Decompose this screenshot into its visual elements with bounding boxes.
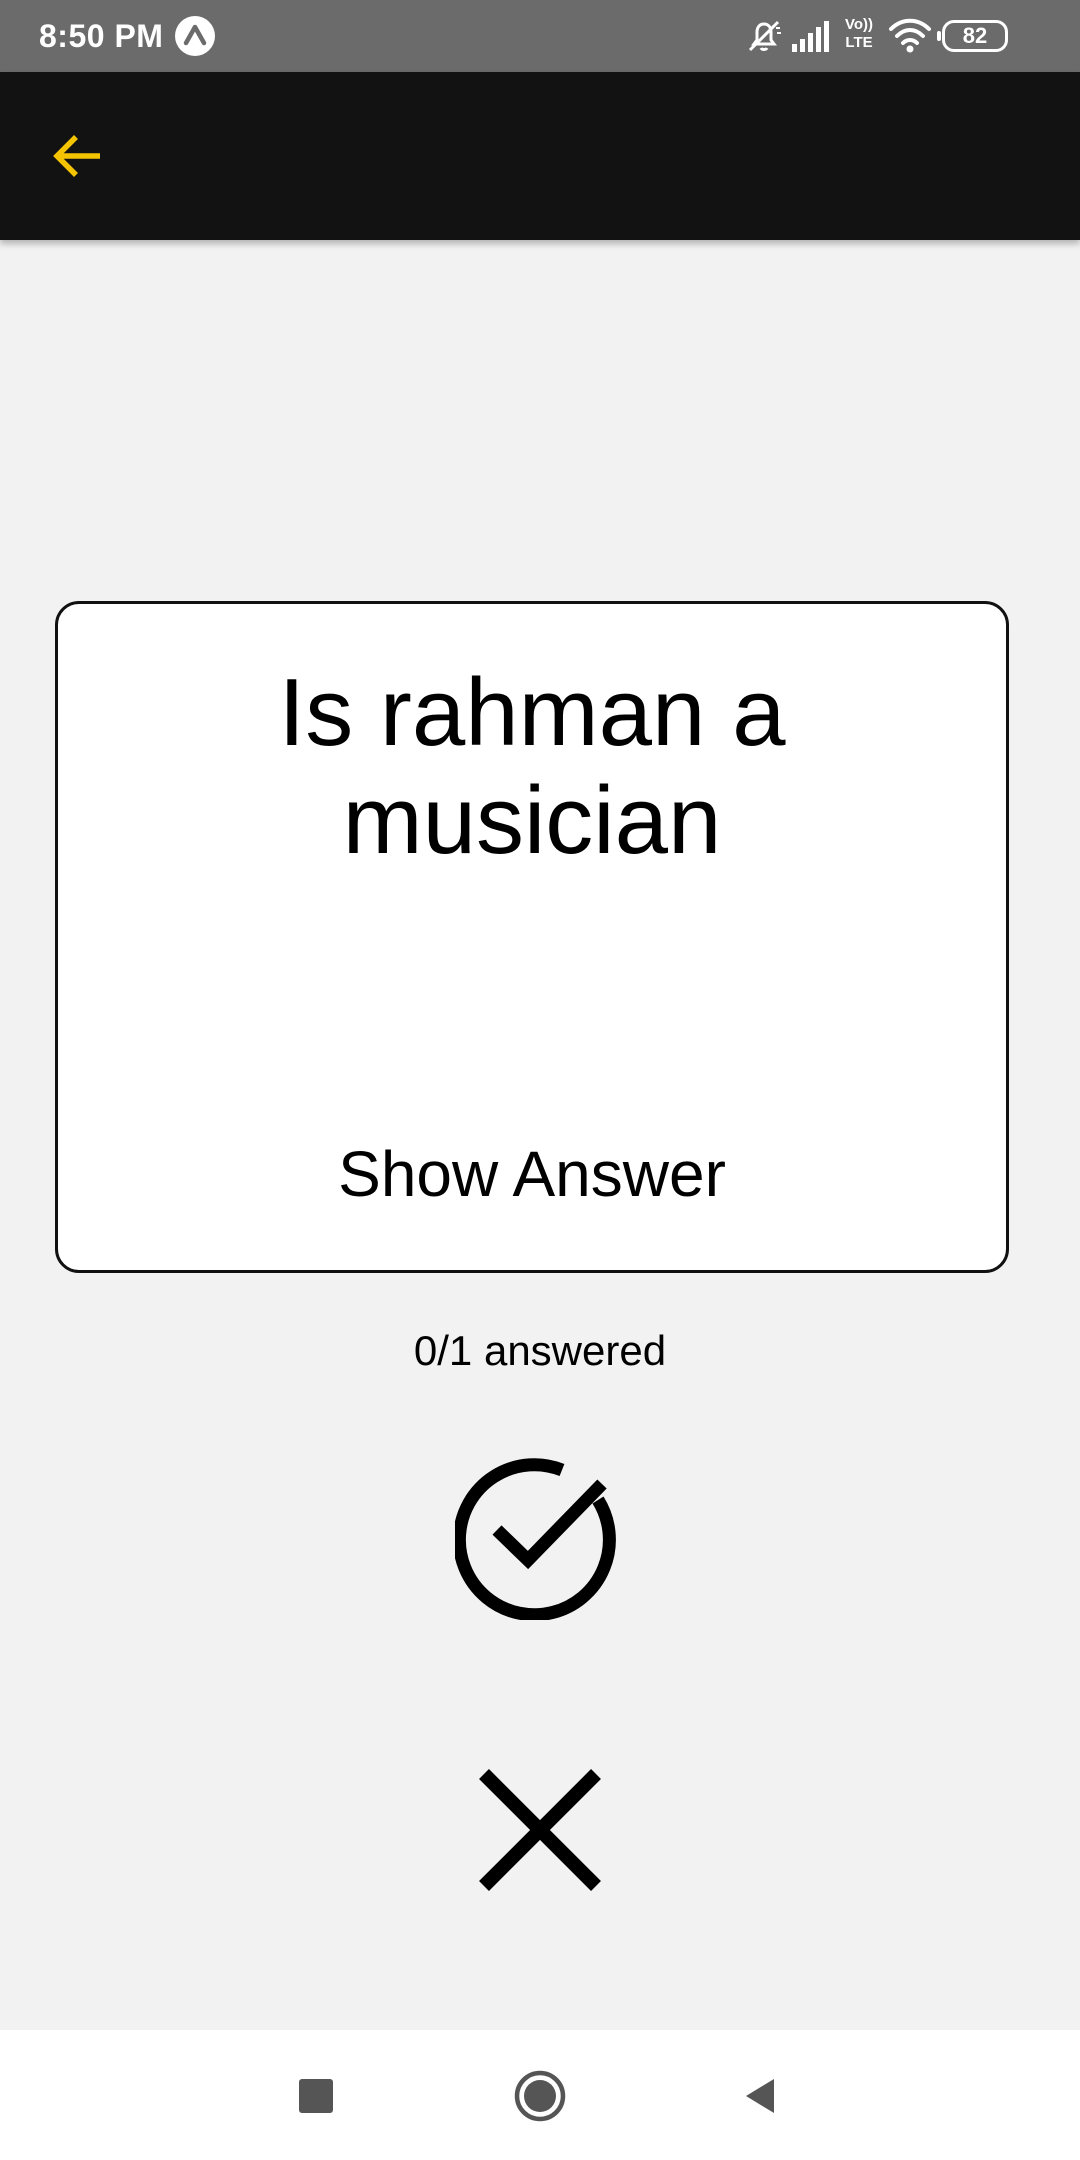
battery-level: 82 — [962, 23, 988, 48]
home-button[interactable] — [502, 2058, 578, 2134]
wrong-button[interactable] — [470, 1760, 610, 1900]
status-bar: 8:50 PM Vo)) LTE 82 — [0, 0, 1080, 72]
card-question: Is rahman a musician — [278, 659, 786, 874]
battery-tip — [937, 31, 941, 41]
status-time: 8:50 PM — [39, 18, 164, 54]
back-nav-button[interactable] — [722, 2058, 798, 2134]
signal-icon — [792, 21, 829, 52]
home-circle-icon — [514, 2070, 566, 2122]
mute-icon — [748, 20, 781, 52]
correct-button[interactable] — [452, 1450, 625, 1622]
back-button[interactable] — [32, 110, 124, 202]
flash-card[interactable]: Is rahman a musician Show Answer — [55, 601, 1009, 1273]
check-circle-icon — [452, 1458, 616, 1622]
volte-icon: Vo)) LTE — [840, 16, 878, 56]
battery-icon: 82 — [937, 20, 1008, 52]
app-notification-icon — [175, 16, 215, 56]
recents-square-icon — [299, 2079, 333, 2113]
volte-top-label: Vo)) — [844, 16, 874, 33]
recents-button[interactable] — [278, 2058, 354, 2134]
navigation-bar — [0, 2030, 1080, 2160]
progress-text: 0/1 answered — [413, 1327, 667, 1374]
wifi-icon — [889, 18, 931, 53]
close-icon — [479, 1769, 601, 1891]
volte-bottom-label: LTE — [845, 34, 873, 51]
back-triangle-icon — [746, 2079, 774, 2113]
show-answer-button[interactable]: Show Answer — [58, 1134, 1006, 1214]
status-icons: Vo)) LTE 82 — [744, 16, 1044, 56]
arrow-left-icon — [53, 135, 100, 177]
toolbar — [0, 72, 1080, 240]
